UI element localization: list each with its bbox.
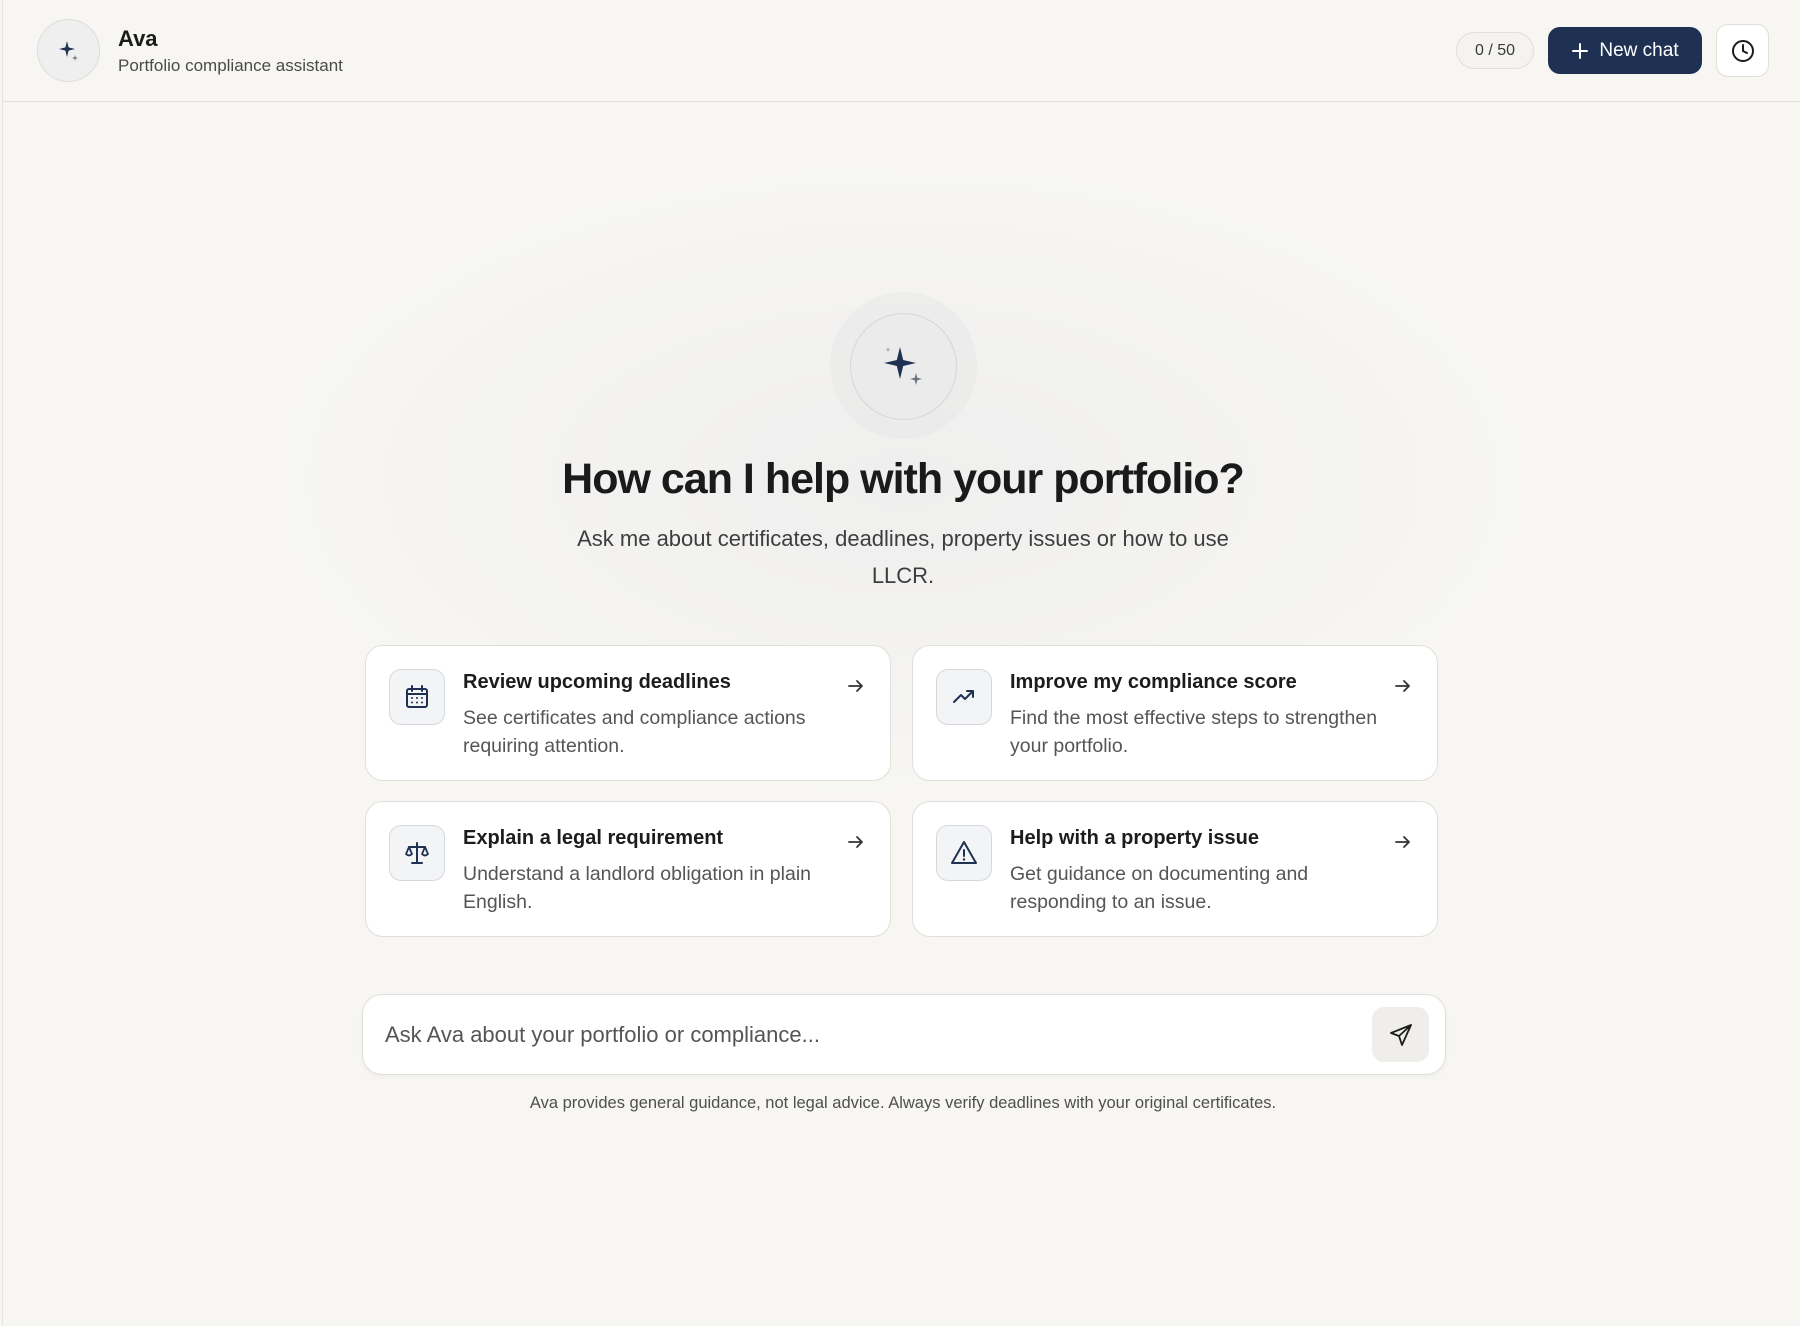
calendar-icon xyxy=(406,685,428,708)
sparkle-icon xyxy=(883,346,922,385)
card-description: See certificates and compliance actions … xyxy=(463,707,806,757)
card-icon-wrap xyxy=(389,825,445,881)
scale-icon xyxy=(405,842,429,864)
sparkle-icon xyxy=(58,40,78,61)
history-button[interactable] xyxy=(1716,24,1769,77)
page: Ava Portfolio compliance assistant 0 / 5… xyxy=(2,0,1800,1326)
assistant-name: Ava xyxy=(118,26,158,51)
arrow-right-icon xyxy=(848,680,863,692)
new-chat-label: New chat xyxy=(1599,39,1679,61)
arrow-right-icon xyxy=(1395,680,1410,692)
hero-subtitle: Ask me about certificates, deadlines, pr… xyxy=(577,526,1229,588)
suggestion-card-legal-requirement[interactable]: Explain a legal requirement Understand a… xyxy=(365,801,891,937)
send-icon xyxy=(1389,1023,1412,1046)
message-counter: 0 / 50 xyxy=(1456,32,1534,69)
hero-avatar xyxy=(850,313,957,420)
header: Ava Portfolio compliance assistant 0 / 5… xyxy=(3,0,1800,102)
assistant-avatar xyxy=(37,19,100,82)
composer xyxy=(362,994,1446,1075)
new-chat-button[interactable]: New chat xyxy=(1548,27,1702,74)
hero-title: How can I help with your portfolio? xyxy=(562,455,1245,503)
send-button[interactable] xyxy=(1372,1007,1429,1062)
card-title: Help with a property issue xyxy=(1010,827,1259,849)
assistant-subtitle: Portfolio compliance assistant xyxy=(118,56,343,75)
suggestion-card-deadlines[interactable]: Review upcoming deadlines See certificat… xyxy=(365,645,891,781)
suggestion-card-property-issue[interactable]: Help with a property issue Get guidance … xyxy=(912,801,1438,937)
card-description: Find the most effective steps to strengt… xyxy=(1010,707,1378,757)
card-title: Review upcoming deadlines xyxy=(463,671,731,693)
disclaimer: Ava provides general guidance, not legal… xyxy=(529,1094,1277,1112)
card-title: Improve my compliance score xyxy=(1010,671,1297,693)
card-icon-wrap xyxy=(936,825,992,881)
card-title: Explain a legal requirement xyxy=(463,827,724,849)
card-description: Understand a landlord obligation in plai… xyxy=(463,863,811,913)
arrow-right-icon xyxy=(1395,836,1410,848)
suggestion-card-compliance-score[interactable]: Improve my compliance score Find the mos… xyxy=(912,645,1438,781)
card-icon-wrap xyxy=(936,669,992,725)
warning-icon xyxy=(951,841,977,864)
clock-icon xyxy=(1731,39,1754,62)
plus-icon xyxy=(1572,42,1589,59)
card-description: Get guidance on documenting and respondi… xyxy=(1010,863,1309,913)
arrow-right-icon xyxy=(848,836,863,848)
chat-input[interactable] xyxy=(385,1013,1345,1057)
trending-up-icon xyxy=(953,690,974,703)
card-icon-wrap xyxy=(389,669,445,725)
